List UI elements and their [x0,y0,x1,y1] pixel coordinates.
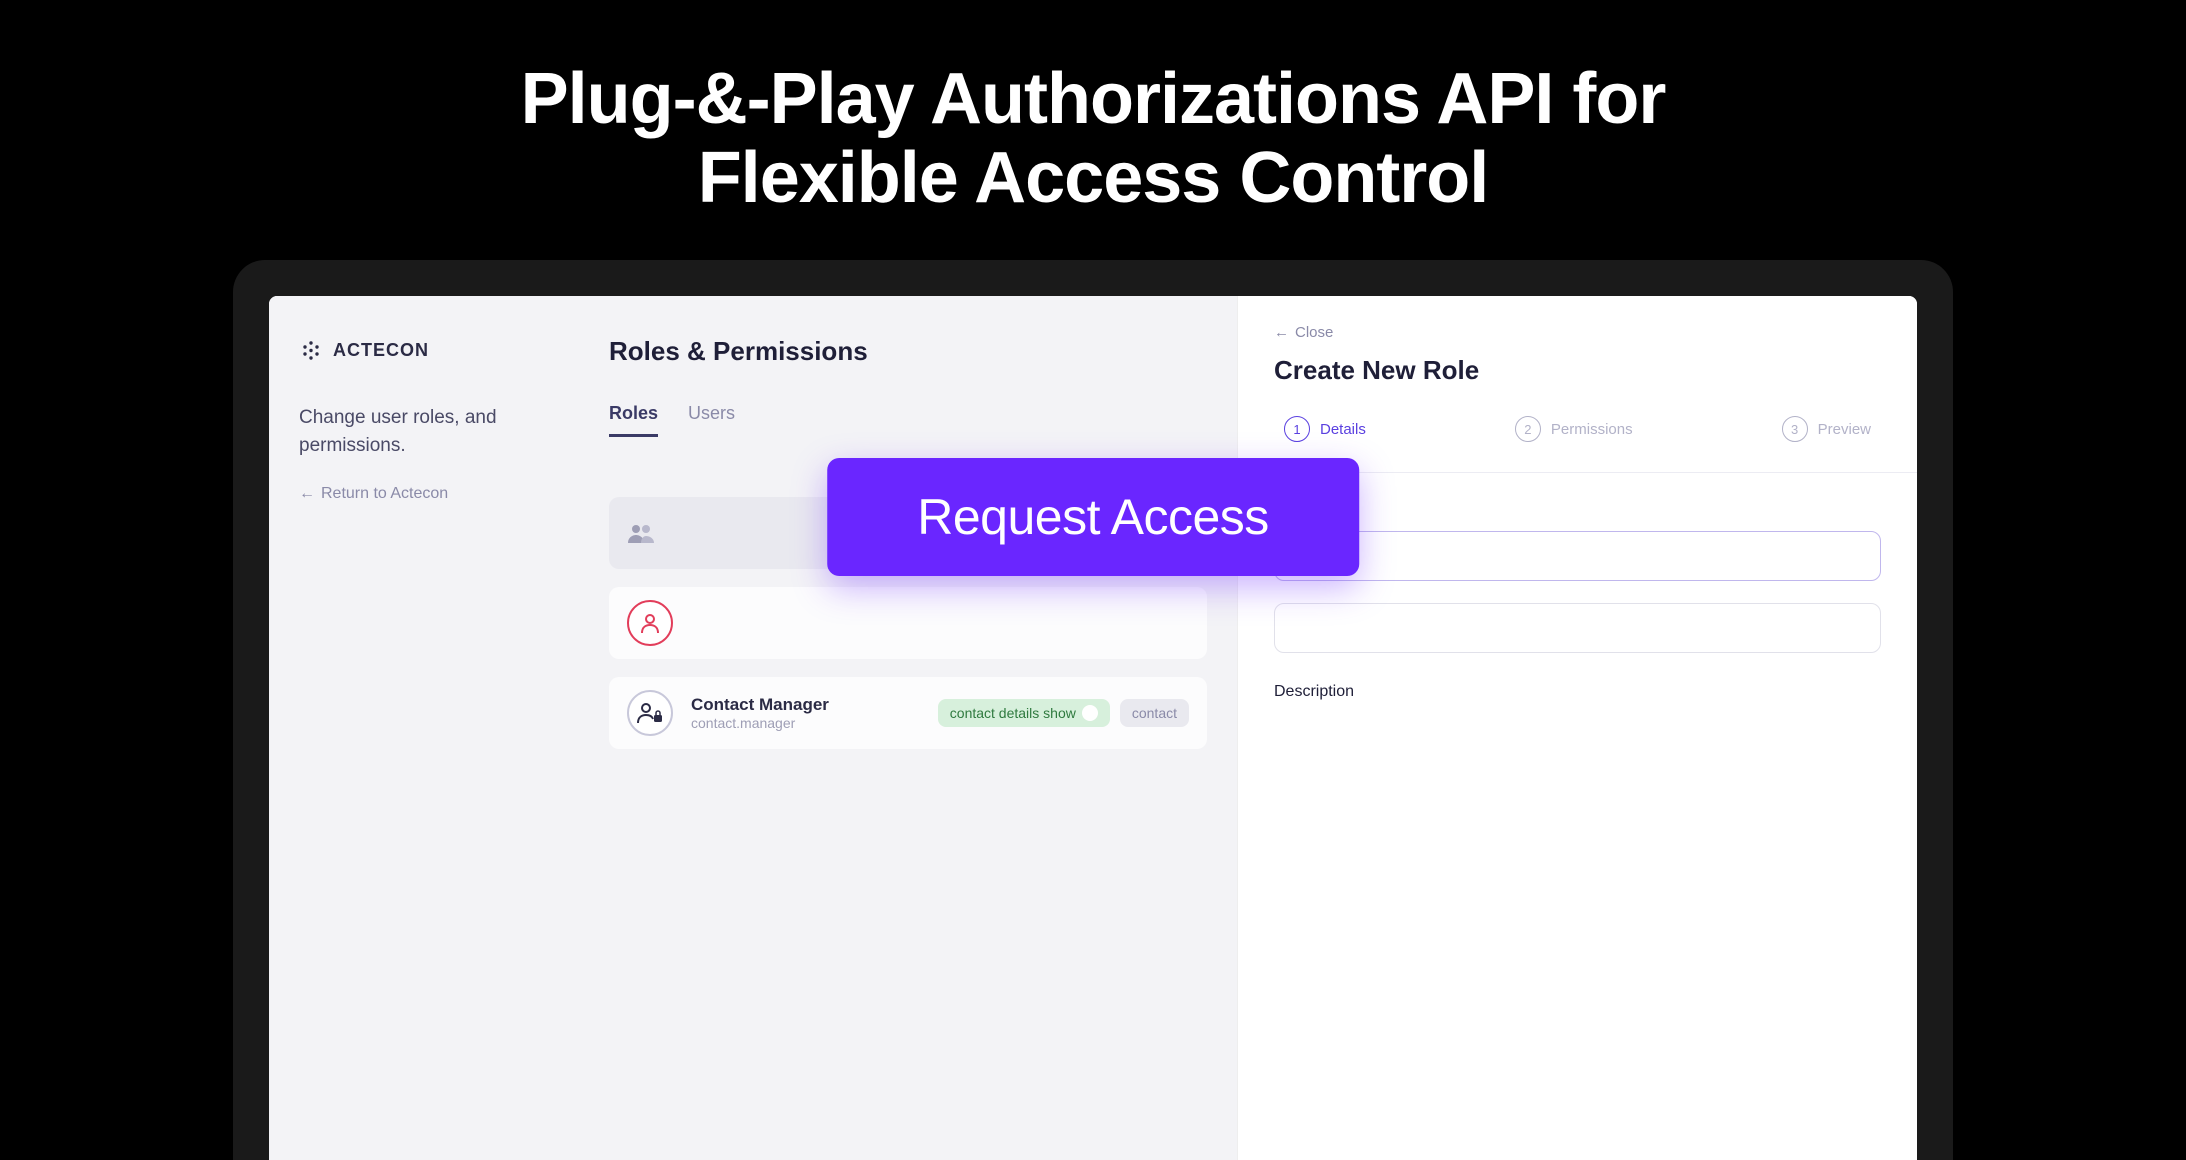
step-permissions[interactable]: 2 Permissions [1515,416,1633,442]
secondary-input[interactable] [1274,603,1881,653]
page-title: Roles & Permissions [609,336,1207,367]
panel-title: Create New Role [1274,355,1881,386]
step-preview[interactable]: 3 Preview [1782,416,1871,442]
tab-users[interactable]: Users [688,403,735,437]
step-label: Details [1320,421,1366,438]
cta-label: Request Access [917,489,1269,545]
close-label: Close [1295,324,1333,341]
step-label: Permissions [1551,421,1633,438]
step-number-icon: 2 [1515,416,1541,442]
role-name: Contact Manager [691,695,829,715]
tab-roles[interactable]: Roles [609,403,658,437]
stepper: 1 Details 2 Permissions 3 Preview [1274,416,1881,442]
chip-label: contact [1132,705,1177,721]
brand-name: ACTECON [333,340,429,361]
tabs: Roles Users [609,403,1207,437]
brand-dots-icon [299,338,323,362]
arrow-left-icon: ← [1274,324,1289,341]
name-label: Name [1274,503,1881,521]
step-number-icon: 3 [1782,416,1808,442]
step-label: Preview [1818,421,1871,438]
name-input[interactable] [1274,531,1881,581]
hero-headline: Plug-&-Play Authorizations API for Flexi… [293,60,1893,218]
hero-headline-line2: Flexible Access Control [698,138,1489,218]
role-row[interactable] [609,587,1207,659]
sidebar-description: Change user roles, and permissions. [299,404,549,459]
return-link-label: Return to Actecon [321,485,448,503]
app-screen: ACTECON Change user roles, and permissio… [269,296,1917,1160]
person-lock-icon [637,702,663,724]
device-frame: ACTECON Change user roles, and permissio… [233,260,1953,1160]
brand-logo[interactable]: ACTECON [299,338,549,362]
role-avatar [627,600,673,646]
role-row[interactable]: Contact Manager contact.manager contact … [609,677,1207,749]
arrow-left-icon: ← [299,485,315,503]
request-access-button[interactable]: Request Access [827,458,1359,576]
role-slug: contact.manager [691,715,829,731]
role-chips: contact details show i contact [938,699,1189,727]
chip-label: contact details show [950,705,1076,721]
users-icon [627,523,655,543]
info-icon: i [1082,705,1098,721]
role-avatar [627,690,673,736]
permission-chip[interactable]: contact details show i [938,699,1110,727]
close-button[interactable]: ← Close [1274,324,1881,341]
create-role-panel: ← Close Create New Role 1 Details 2 Perm… [1237,296,1917,1160]
step-details[interactable]: 1 Details [1284,416,1366,442]
person-icon [639,612,661,634]
description-label: Description [1274,683,1881,701]
main-area: Roles & Permissions Roles Users [579,296,1237,1160]
return-link[interactable]: ← Return to Actecon [299,485,549,503]
role-text: Contact Manager contact.manager [691,695,829,731]
permission-chip[interactable]: contact [1120,699,1189,727]
step-number-icon: 1 [1284,416,1310,442]
sidebar: ACTECON Change user roles, and permissio… [269,296,579,1160]
hero-headline-line1: Plug-&-Play Authorizations API for [521,59,1666,139]
